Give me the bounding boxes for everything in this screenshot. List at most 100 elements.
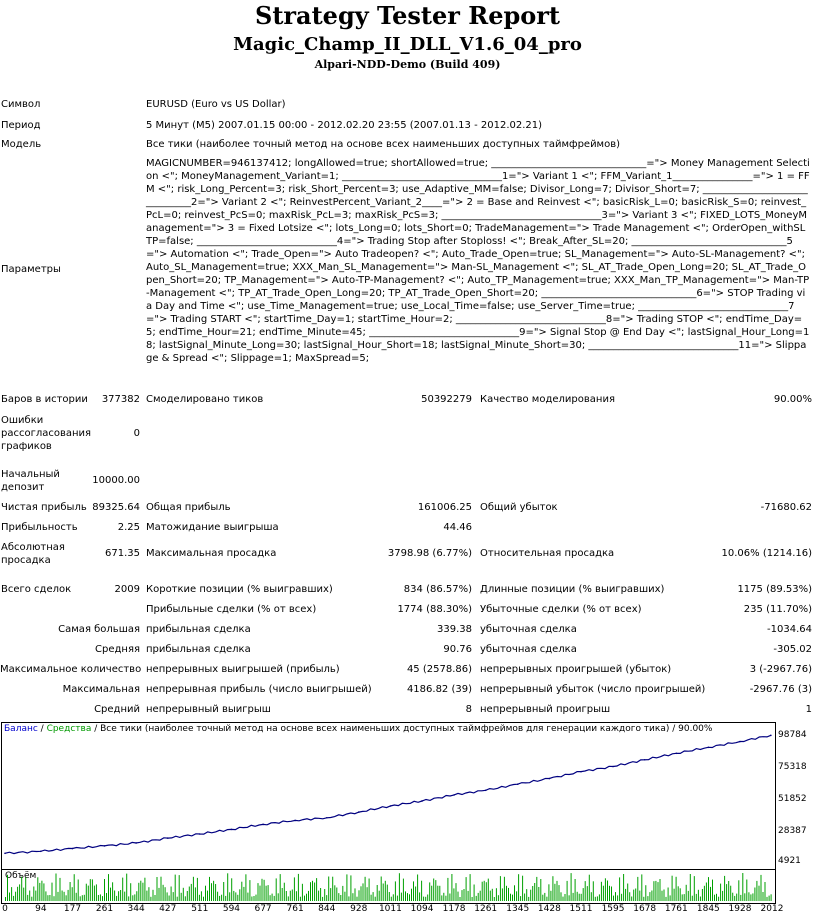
volume-bar xyxy=(469,874,471,901)
volume-bar xyxy=(518,874,520,901)
volume-bar xyxy=(134,894,136,901)
volume-bar xyxy=(400,892,402,901)
volume-bar xyxy=(764,882,766,901)
volume-bar xyxy=(526,889,528,901)
volume-bar xyxy=(647,896,649,901)
volume-bar xyxy=(85,883,87,901)
volume-bar xyxy=(180,892,182,901)
volume-bar xyxy=(267,885,269,901)
volume-bar xyxy=(679,888,681,901)
y-tick-label: 28387 xyxy=(778,826,807,836)
volume-bar xyxy=(192,876,194,901)
volume-bar xyxy=(439,885,441,901)
volume-bar xyxy=(459,897,461,901)
balance-point xyxy=(357,811,360,813)
volume-bar xyxy=(239,889,241,901)
volume-bar xyxy=(35,890,37,901)
volume-bar xyxy=(289,890,291,901)
volume-bar xyxy=(265,885,267,901)
volume-bar xyxy=(350,875,352,901)
volume-bar xyxy=(758,885,760,901)
volume-bar xyxy=(140,880,142,901)
volume-bar xyxy=(112,882,114,901)
volume-bar xyxy=(659,879,661,901)
y-tick-label: 98784 xyxy=(778,730,807,740)
volume-bar xyxy=(190,883,192,901)
volume-bar xyxy=(370,894,372,901)
volume-bar xyxy=(376,885,378,901)
balance-point xyxy=(675,752,678,755)
volume-bar xyxy=(570,873,572,901)
volume-bar xyxy=(301,883,303,901)
volume-bar xyxy=(697,889,699,901)
volume-bar xyxy=(669,895,671,901)
x-tick-label: 1011 xyxy=(378,904,402,914)
volume-bar xyxy=(611,886,612,901)
volume-bar xyxy=(23,887,25,901)
volume-bar xyxy=(572,892,574,901)
volume-bar xyxy=(477,892,479,901)
volume-bar xyxy=(560,892,562,901)
volume-bar xyxy=(457,891,459,901)
volume-bar xyxy=(423,896,425,901)
volume-bar xyxy=(255,894,257,901)
x-tick-label: 594 xyxy=(222,904,241,914)
volume-bar xyxy=(433,878,435,901)
volume-bar xyxy=(108,874,109,901)
volume-bar xyxy=(59,877,61,901)
volume-bar xyxy=(95,884,97,901)
volume-bar xyxy=(348,896,350,901)
volume-bar xyxy=(81,895,83,901)
volume-bar xyxy=(91,879,93,901)
volume-bar xyxy=(746,879,748,901)
volume-bar xyxy=(520,896,522,901)
volume-bar xyxy=(522,875,524,901)
x-tick-label: 344 xyxy=(127,904,145,914)
volume-bar xyxy=(443,892,445,901)
volume-bar xyxy=(211,883,212,901)
x-tick-label: 0 xyxy=(2,904,8,914)
volume-bar xyxy=(720,883,722,901)
volume-bar xyxy=(205,885,206,901)
volume-bar xyxy=(742,873,744,901)
volume-bar xyxy=(534,883,536,901)
volume-bar xyxy=(354,888,356,901)
volume-bar xyxy=(481,881,483,901)
volume-bar xyxy=(176,896,178,901)
volume-bar xyxy=(241,881,243,901)
volume-bar xyxy=(344,891,346,901)
volume-bar xyxy=(293,877,295,901)
volume-bar xyxy=(144,877,146,901)
volume-bar xyxy=(57,891,59,901)
volume-bar xyxy=(617,895,619,901)
volume-bar xyxy=(122,877,124,901)
volume-bar xyxy=(269,895,271,901)
volume-bar xyxy=(437,885,439,901)
volume-bar xyxy=(249,880,251,901)
volume-bar xyxy=(25,877,27,901)
volume-bar xyxy=(501,888,503,901)
balance-point xyxy=(707,746,710,749)
volume-bar xyxy=(602,885,604,901)
volume-bar xyxy=(79,896,81,901)
balance-point xyxy=(643,758,646,761)
volume-bar xyxy=(253,896,255,901)
volume-bar xyxy=(615,892,616,901)
volume-bar xyxy=(510,893,511,901)
volume-bar xyxy=(730,885,732,901)
volume-bar xyxy=(320,888,322,901)
volume-bar xyxy=(130,883,132,901)
volume-bar xyxy=(310,882,311,901)
volume-bar xyxy=(762,892,764,901)
volume-bar xyxy=(499,876,501,901)
volume-bar xyxy=(182,887,184,901)
volume-bar xyxy=(716,893,717,901)
x-tick-label: 427 xyxy=(159,904,177,914)
volume-bar xyxy=(99,894,101,901)
volume-bar xyxy=(657,882,659,901)
balance-point xyxy=(516,783,519,785)
volume-bar xyxy=(9,892,10,901)
balance-line-0 xyxy=(4,734,772,855)
volume-bar xyxy=(544,892,546,901)
volume-bar xyxy=(453,888,455,901)
